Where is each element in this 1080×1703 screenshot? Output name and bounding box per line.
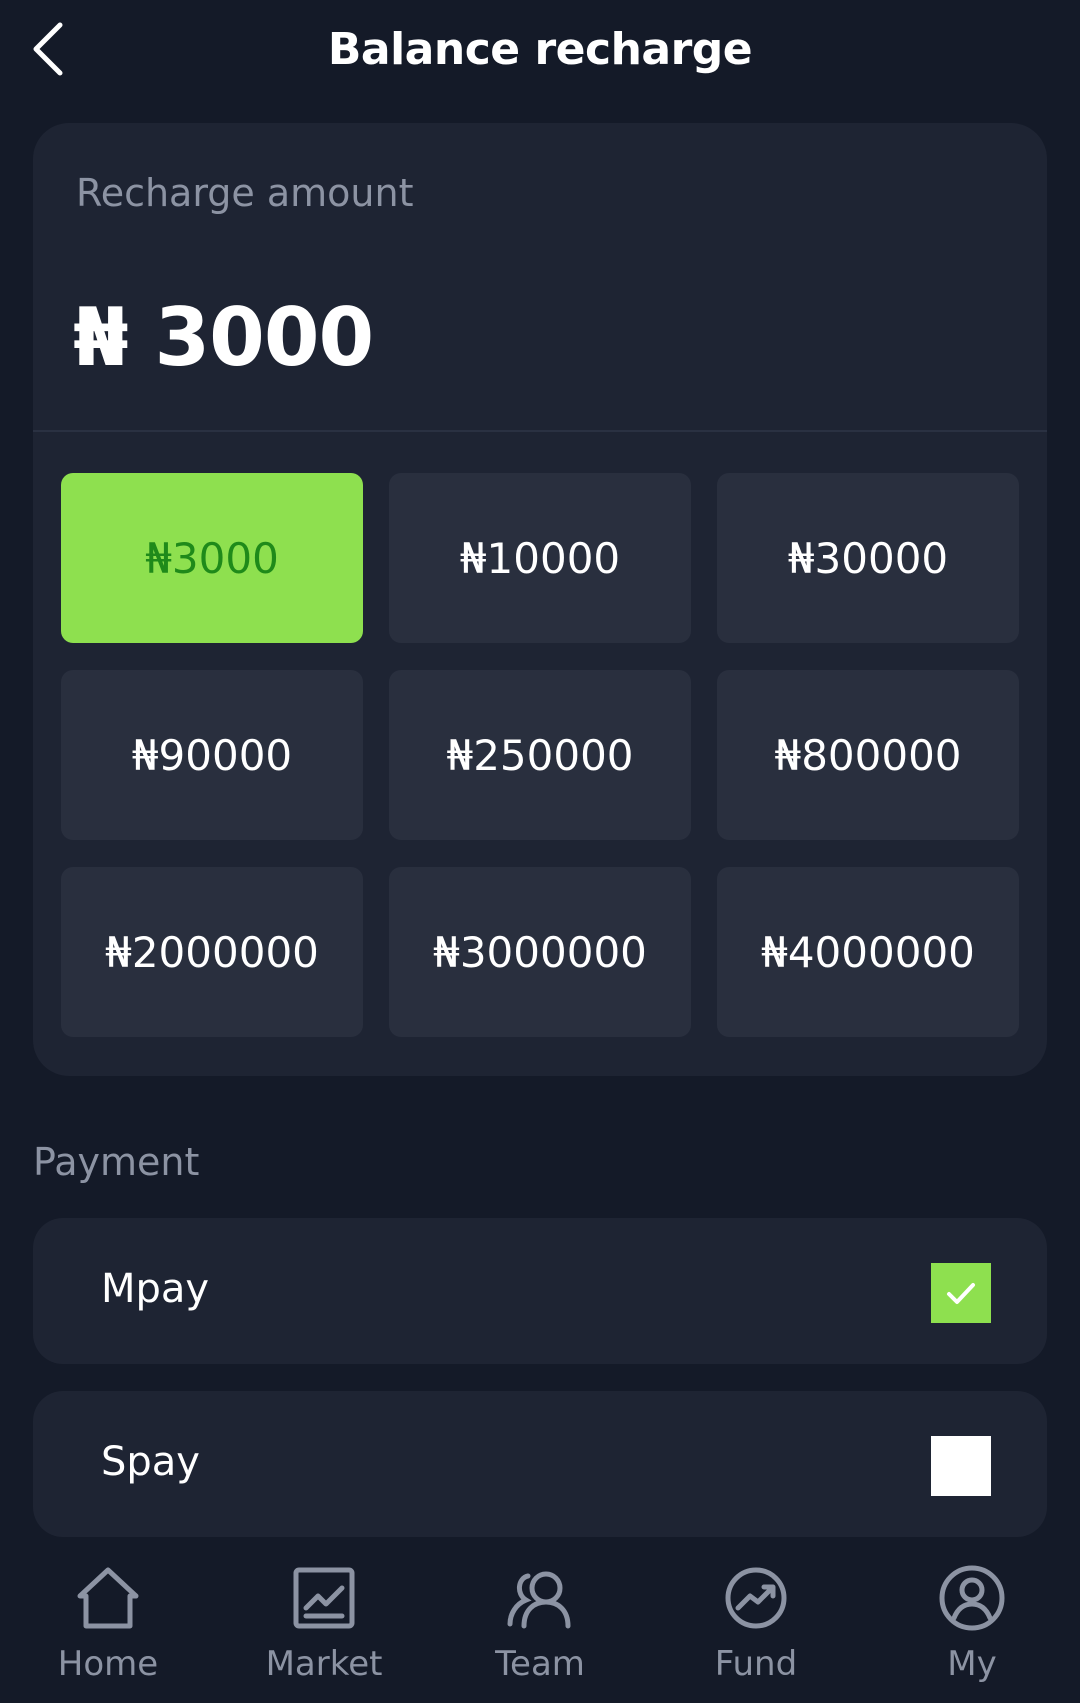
tab-fund[interactable]: Fund xyxy=(648,1540,864,1703)
amount-option-30000[interactable]: ₦30000 xyxy=(717,473,1019,643)
payment-checkbox-spay[interactable] xyxy=(931,1436,991,1496)
recharge-amount-card: Recharge amount ₦ 3000 ₦3000 ₦10000 ₦300… xyxy=(33,123,1047,1076)
amount-option-3000[interactable]: ₦3000 xyxy=(61,473,363,643)
amount-option-4000000[interactable]: ₦4000000 xyxy=(717,867,1019,1037)
payment-option-name: Mpay xyxy=(101,1266,210,1312)
tab-my[interactable]: My xyxy=(864,1540,1080,1703)
tab-label: Market xyxy=(265,1644,383,1684)
amount-option-3000000[interactable]: ₦3000000 xyxy=(389,867,691,1037)
payment-option-spay[interactable]: Spay xyxy=(33,1391,1047,1537)
recharge-amount-label: Recharge amount xyxy=(76,171,414,215)
home-icon xyxy=(77,1567,139,1629)
amount-option-800000[interactable]: ₦800000 xyxy=(717,670,1019,840)
payment-option-mpay[interactable]: Mpay xyxy=(33,1218,1047,1364)
payment-section-label: Payment xyxy=(33,1140,200,1184)
page-title: Balance recharge xyxy=(327,24,753,75)
amount-option-2000000[interactable]: ₦2000000 xyxy=(61,867,363,1037)
divider xyxy=(33,430,1047,432)
tab-label: My xyxy=(947,1644,997,1684)
bottom-tab-bar: Home Market Team Fund My xyxy=(0,1540,1080,1703)
profile-icon xyxy=(939,1565,1005,1631)
tab-label: Home xyxy=(57,1644,159,1684)
tab-label: Fund xyxy=(714,1644,798,1684)
amount-option-90000[interactable]: ₦90000 xyxy=(61,670,363,840)
header: Balance recharge xyxy=(0,0,1080,110)
checkmark-icon xyxy=(947,1283,975,1304)
amount-options-grid: ₦3000 ₦10000 ₦30000 ₦90000 ₦250000 ₦8000… xyxy=(61,473,1019,1037)
market-chart-icon xyxy=(293,1567,355,1629)
amount-option-250000[interactable]: ₦250000 xyxy=(389,670,691,840)
payment-checkbox-mpay[interactable] xyxy=(931,1263,991,1323)
amount-option-10000[interactable]: ₦10000 xyxy=(389,473,691,643)
payment-option-name: Spay xyxy=(101,1439,200,1485)
tab-market[interactable]: Market xyxy=(216,1540,432,1703)
recharge-amount-value: ₦ 3000 xyxy=(73,291,374,384)
tab-label: Team xyxy=(495,1644,585,1684)
tab-team[interactable]: Team xyxy=(432,1540,648,1703)
team-icon xyxy=(507,1571,571,1629)
fund-trend-icon xyxy=(725,1567,787,1629)
tab-home[interactable]: Home xyxy=(0,1540,216,1703)
